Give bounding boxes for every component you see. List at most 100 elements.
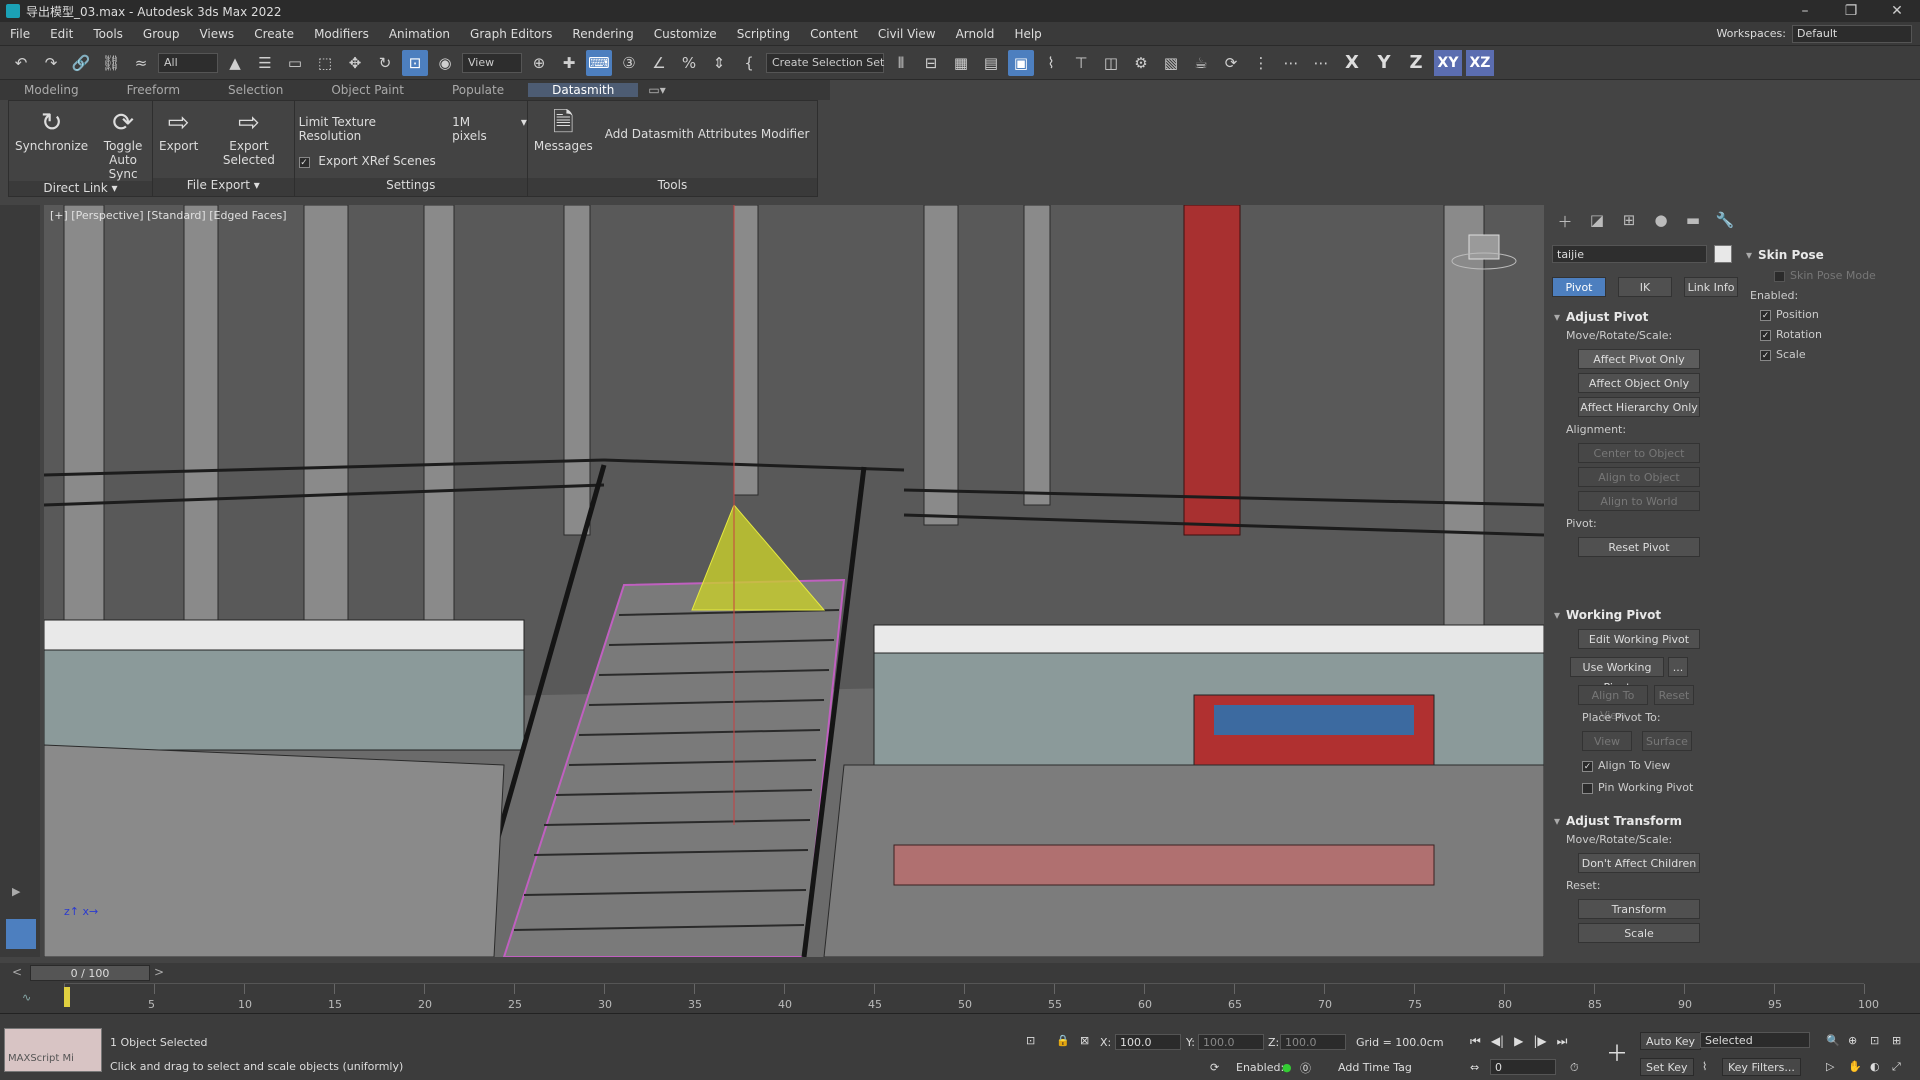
- menu-scripting[interactable]: Scripting: [727, 27, 800, 41]
- curve-icon[interactable]: ∿: [22, 991, 31, 1004]
- zoom-extents-icon[interactable]: ⊡: [1870, 1034, 1879, 1047]
- bind-space-warp-icon[interactable]: ≈: [128, 50, 154, 76]
- menu-customize[interactable]: Customize: [644, 27, 727, 41]
- auto-key-button[interactable]: Auto Key: [1640, 1032, 1701, 1050]
- menu-edit[interactable]: Edit: [40, 27, 83, 41]
- center-to-object-button[interactable]: Center to Object: [1578, 443, 1700, 463]
- pixels-chevron-icon[interactable]: ▾: [521, 115, 527, 143]
- use-working-pivot-button[interactable]: Use Working Pivot: [1570, 657, 1664, 694]
- tab-populate[interactable]: Populate: [428, 83, 528, 97]
- next-frame-icon[interactable]: >: [154, 965, 164, 979]
- zoom-icon[interactable]: 🔍: [1826, 1034, 1840, 1047]
- menu-help[interactable]: Help: [1004, 27, 1051, 41]
- schematic-view-icon[interactable]: ⊤: [1068, 50, 1094, 76]
- place-icon[interactable]: ◉: [432, 50, 458, 76]
- synchronize-button[interactable]: ↻ Synchronize: [9, 107, 94, 153]
- window-crossing-icon[interactable]: ⬚: [312, 50, 338, 76]
- key-tangent-icon[interactable]: ⌇: [1702, 1060, 1707, 1073]
- absolute-mode-icon[interactable]: ⊠: [1080, 1034, 1089, 1047]
- manipulate-icon[interactable]: ✚: [556, 50, 582, 76]
- ribbon-toggle-icon[interactable]: ▣: [1008, 49, 1034, 76]
- spinner-snap-icon[interactable]: ⇕: [706, 50, 732, 76]
- file-export-group-label[interactable]: File Export ▾: [153, 178, 294, 196]
- track-bar[interactable]: ∿ 5 10 15 20 25 30 35 40 45 50 55 60 65 70 75 80 85 90 95 1…: [0, 983, 1920, 1013]
- pixels-dropdown[interactable]: 1M pixels: [452, 115, 507, 143]
- snap-dots2-icon[interactable]: ⋯: [1308, 50, 1334, 76]
- move-icon[interactable]: ✥: [342, 50, 368, 76]
- reset-transform-button[interactable]: Transform: [1578, 899, 1700, 919]
- keyboard-shortcut-icon[interactable]: ⌨: [586, 49, 612, 76]
- undo-icon[interactable]: ↶: [8, 50, 34, 76]
- render-setup-icon[interactable]: ⚙: [1128, 50, 1154, 76]
- render-teapot-icon[interactable]: ☕: [1188, 50, 1214, 76]
- export-selected-button[interactable]: ⇨ Export Selected: [204, 107, 293, 167]
- messages-button[interactable]: 🗎 Messages: [528, 107, 599, 153]
- activeshade-icon[interactable]: ⟳: [1218, 50, 1244, 76]
- affect-pivot-only-button[interactable]: Affect Pivot Only: [1578, 349, 1700, 369]
- reset-scale-button[interactable]: Scale: [1578, 923, 1700, 943]
- snap-toggle-icon[interactable]: ③: [616, 50, 642, 76]
- rect-selection-icon[interactable]: ▭: [282, 50, 308, 76]
- skin-pose-header[interactable]: Skin Pose: [1744, 245, 1912, 265]
- x-coord-field[interactable]: 100.0: [1115, 1034, 1181, 1050]
- menu-graph-editors[interactable]: Graph Editors: [460, 27, 562, 41]
- set-key-plus-icon[interactable]: ＋: [1606, 1036, 1628, 1068]
- link-info-button[interactable]: Link Info: [1684, 277, 1738, 297]
- edit-working-pivot-button[interactable]: Edit Working Pivot: [1578, 629, 1700, 649]
- tab-selection[interactable]: Selection: [204, 83, 307, 97]
- menu-rendering[interactable]: Rendering: [562, 27, 643, 41]
- place-pivot-surface-button[interactable]: Surface: [1642, 731, 1692, 751]
- reference-coord-dropdown[interactable]: View: [462, 52, 522, 73]
- maxscript-listener[interactable]: MAXScript Mi: [4, 1028, 102, 1072]
- maximize-viewport-icon[interactable]: ⤢: [1892, 1060, 1901, 1074]
- next-key-icon[interactable]: |▶: [1533, 1034, 1546, 1049]
- pin-working-pivot-checkbox[interactable]: Pin Working Pivot: [1552, 777, 1722, 799]
- angle-snap-icon[interactable]: ∠: [646, 50, 672, 76]
- direct-link-group-label[interactable]: Direct Link ▾: [9, 181, 152, 196]
- percent-snap-icon[interactable]: %: [676, 50, 702, 76]
- prev-key-icon[interactable]: ◀|: [1491, 1034, 1504, 1049]
- rotate-icon[interactable]: ↻: [372, 50, 398, 76]
- unlink-icon[interactable]: ⛓: [98, 50, 124, 76]
- align-to-world-button[interactable]: Align to World: [1578, 491, 1700, 511]
- key-mode-icon[interactable]: ⇔: [1470, 1061, 1479, 1074]
- scene-explorer-icon[interactable]: ▦: [948, 50, 974, 76]
- lock-icon[interactable]: 🔒: [1056, 1034, 1070, 1047]
- menu-create[interactable]: Create: [244, 27, 304, 41]
- viewport-layout-icon[interactable]: [6, 919, 36, 949]
- motion-tab-icon[interactable]: ●: [1650, 211, 1672, 229]
- hierarchy-tab-icon[interactable]: ⊞: [1618, 211, 1640, 229]
- tab-object-paint[interactable]: Object Paint: [307, 83, 428, 97]
- menu-animation[interactable]: Animation: [379, 27, 460, 41]
- select-by-name-icon[interactable]: ☰: [252, 50, 278, 76]
- curve-editor-icon[interactable]: ⌇: [1038, 50, 1064, 76]
- link-icon[interactable]: 🔗: [68, 50, 94, 76]
- ribbon-options-icon[interactable]: ▭▾: [638, 83, 675, 97]
- tab-modeling[interactable]: Modeling: [0, 83, 103, 97]
- minimize-icon[interactable]: –: [1782, 3, 1828, 19]
- enabled-dot-icon[interactable]: ●: [1282, 1061, 1292, 1074]
- object-name-field[interactable]: taijie: [1552, 245, 1707, 263]
- select-object-icon[interactable]: ▲: [222, 50, 248, 76]
- export-xref-checkbox[interactable]: ✓ Export XRef Scenes: [298, 151, 436, 173]
- menu-content[interactable]: Content: [800, 27, 868, 41]
- tab-datasmith[interactable]: Datasmith: [528, 83, 639, 97]
- pivot-button[interactable]: Pivot: [1552, 277, 1606, 297]
- affect-hierarchy-only-button[interactable]: Affect Hierarchy Only: [1578, 397, 1700, 417]
- time-config-icon[interactable]: ⏱: [1570, 1061, 1579, 1075]
- add-time-tag[interactable]: Add Time Tag: [1338, 1061, 1412, 1074]
- snap-grid-icon[interactable]: ⋮: [1248, 50, 1274, 76]
- axis-y-button[interactable]: Y: [1370, 50, 1398, 76]
- key-filters-button[interactable]: Key Filters...: [1722, 1058, 1801, 1076]
- restore-icon[interactable]: ❐: [1828, 3, 1874, 19]
- prev-frame-icon[interactable]: <: [12, 965, 22, 979]
- viewport-label[interactable]: [+] [Perspective] [Standard] [Edged Face…: [50, 209, 287, 222]
- axis-z-button[interactable]: Z: [1402, 50, 1430, 76]
- layer-explorer-icon[interactable]: ▤: [978, 50, 1004, 76]
- tab-freeform[interactable]: Freeform: [103, 83, 204, 97]
- menu-civil-view[interactable]: Civil View: [868, 27, 946, 41]
- play-icon[interactable]: ▶: [1514, 1034, 1523, 1049]
- pan-icon[interactable]: ✋: [1848, 1060, 1862, 1073]
- menu-file[interactable]: File: [0, 27, 40, 41]
- working-pivot-reset-button[interactable]: Reset: [1654, 685, 1694, 705]
